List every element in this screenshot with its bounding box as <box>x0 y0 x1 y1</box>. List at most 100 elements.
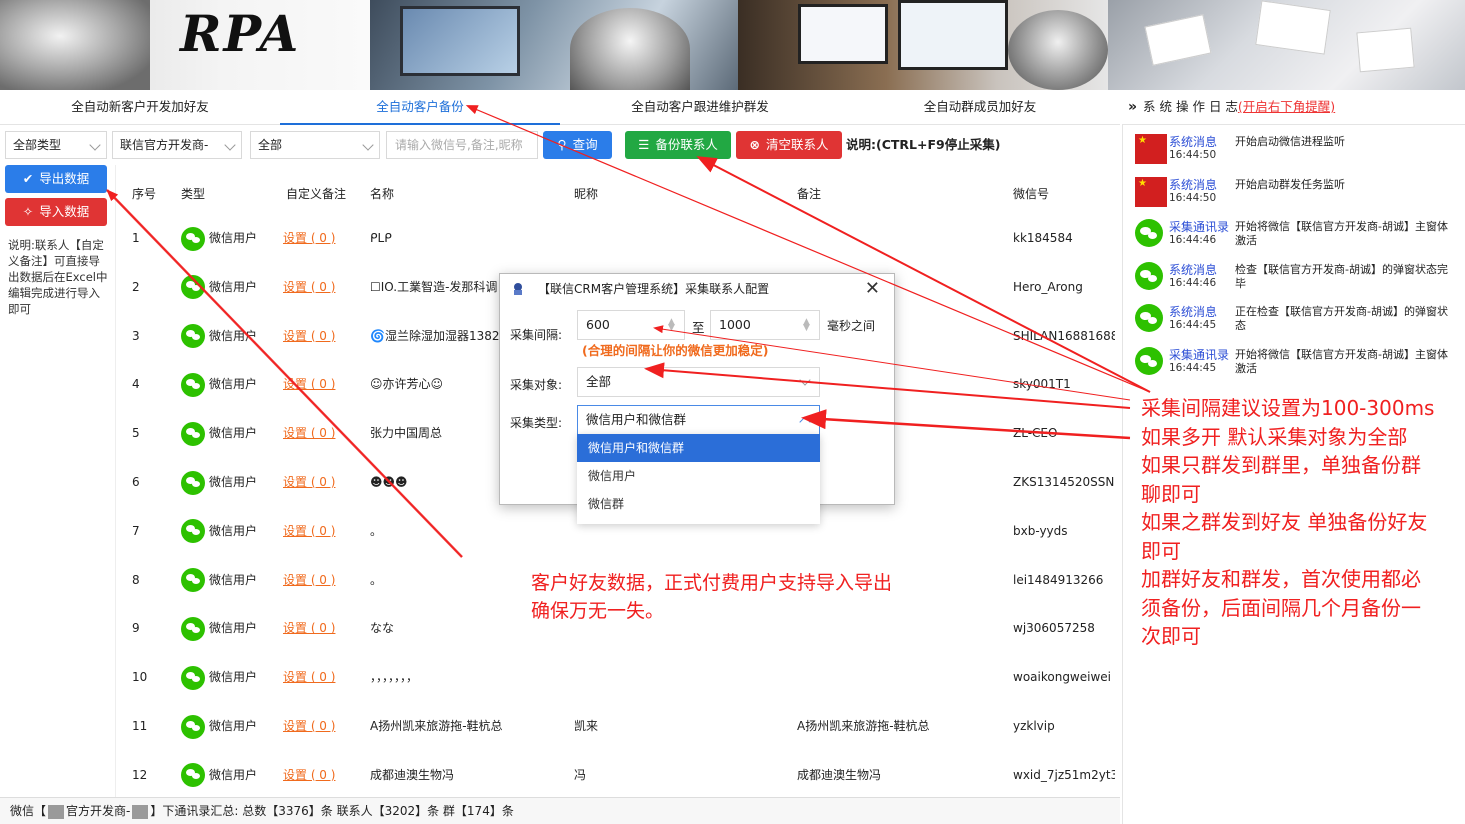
cell-wxid: wxid_7jz51m2yt3 <box>1013 751 1115 797</box>
cell-custom-remark[interactable]: 设置 ( 0 ) <box>283 458 363 506</box>
wechat-icon <box>181 665 205 690</box>
target-select[interactable]: 全部 <box>577 367 820 397</box>
cell-name-text: ，，，，，，， <box>370 670 419 685</box>
type-select[interactable]: 全部类型 <box>5 131 107 159</box>
wechat-icon <box>181 421 205 446</box>
spinner-icon[interactable]: ▲ ▼ <box>803 318 813 333</box>
kind-option[interactable]: 微信用户 <box>577 462 820 490</box>
backup-contacts-button[interactable]: ☰ 备份联系人 <box>625 131 731 159</box>
cell-custom-remark[interactable]: 设置 ( 0 ) <box>283 409 363 457</box>
header-nick: 昵称 <box>574 187 599 201</box>
clear-label: 清空联系人 <box>765 137 829 152</box>
cell-no-text: 8 <box>132 572 140 587</box>
kind-option[interactable]: 微信群 <box>577 490 820 518</box>
log-msg: 开始将微信【联信官方开发商-胡诚】主窗体激活 <box>1235 348 1448 375</box>
chevron-down-icon <box>89 139 101 151</box>
status-summary: 】下通讯录汇总: 总数【3376】条 联系人【3202】条 群【174】条 <box>150 804 514 818</box>
tab-customer-followup[interactable]: 全自动客户跟进维护群发 <box>560 90 840 124</box>
cell-custom-remark-text[interactable]: 设置 ( 0 ) <box>283 768 335 782</box>
cell-custom-remark[interactable]: 设置 ( 0 ) <box>283 604 363 652</box>
cell-custom-remark-text[interactable]: 设置 ( 0 ) <box>283 280 335 294</box>
cell-custom-remark-text[interactable]: 设置 ( 0 ) <box>283 719 335 733</box>
query-button[interactable]: ⚲ 查询 <box>543 131 612 159</box>
tab-new-customer[interactable]: 全自动新客户开发加好友 <box>0 90 280 124</box>
cell-custom-remark[interactable]: 设置 ( 0 ) <box>283 653 363 701</box>
cell-name-text: ☻☻☻ <box>370 475 408 489</box>
header-type: 类型 <box>181 187 206 201</box>
scope-select[interactable]: 全部 <box>250 131 380 159</box>
table-row[interactable]: 10 微信用户 设置 ( 0 ) ，，，，，，， woaikongweiwei <box>116 653 1120 702</box>
clear-contacts-button[interactable]: ⊗ 清空联系人 <box>736 131 842 159</box>
dialog-title: 【联信CRM客户管理系统】采集联系人配置 <box>538 282 770 296</box>
table-row[interactable]: 11 微信用户 设置 ( 0 ) A扬州凯来旅游拖-鞋杭总 凯来 A扬州凯来旅游拖-鞋杭总… <box>116 702 1120 751</box>
cell-custom-remark[interactable]: 设置 ( 0 ) <box>283 360 363 408</box>
interval-hint: (合理的间隔让你的微信更加稳定) <box>582 343 769 358</box>
cell-no: 4 <box>132 360 172 408</box>
check-circle-icon: ✔ <box>22 171 34 186</box>
cell-custom-remark-text[interactable]: 设置 ( 0 ) <box>283 670 335 684</box>
import-data-button[interactable]: ✧ 导入数据 <box>5 198 107 226</box>
table-row[interactable]: 1 微信用户 设置 ( 0 ) ᑭᒪᑭ kk184584 <box>116 214 1120 263</box>
banner-image-rpa: RPA <box>0 0 370 90</box>
cell-no-text: 6 <box>132 475 140 489</box>
cell-wxid: yzklvip <box>1013 702 1115 750</box>
annotation-line: 聊即可 <box>1141 481 1201 506</box>
cell-wxid-text: SHILAN16881688 <box>1013 328 1115 343</box>
interval-to-input[interactable]: 1000 ▲ ▼ <box>710 310 820 340</box>
cell-type: 微信用户 <box>181 653 281 701</box>
double-chevron-icon[interactable]: » <box>1128 99 1137 115</box>
cell-custom-remark[interactable]: 设置 ( 0 ) <box>283 263 363 311</box>
account-select[interactable]: 联信官方开发商- <box>112 131 242 159</box>
cell-custom-remark-text[interactable]: 设置 ( 0 ) <box>283 426 335 440</box>
cell-name-text: 张力中国周总 <box>370 426 443 441</box>
search-input[interactable]: 请输入微信号,备注,昵称 <box>386 131 538 159</box>
cell-custom-remark[interactable]: 设置 ( 0 ) <box>283 214 363 262</box>
cell-custom-remark-text[interactable]: 设置 ( 0 ) <box>283 573 335 587</box>
import-label: 导入数据 <box>39 204 90 219</box>
log-item: 采集通讯录 16:44:45 开始将微信【联信官方开发商-胡诚】主窗体激活 <box>1133 344 1463 384</box>
cell-custom-remark-text[interactable]: 设置 ( 0 ) <box>283 475 335 489</box>
export-data-button[interactable]: ✔ 导出数据 <box>5 165 107 193</box>
type-select-value: 全部类型 <box>13 138 62 152</box>
wechat-icon <box>181 226 205 251</box>
cell-custom-remark-text[interactable]: 设置 ( 0 ) <box>283 377 335 391</box>
cell-no-text: 4 <box>132 377 140 392</box>
cell-type-text: 微信用户 <box>209 719 258 733</box>
log-type: 系统消息 <box>1169 177 1218 192</box>
annotation-line: 次即可 <box>1141 624 1201 648</box>
cell-wxid: Hero_Arong <box>1013 263 1115 311</box>
tab-customer-backup[interactable]: 全自动客户备份 <box>280 90 560 125</box>
cell-custom-remark[interactable]: 设置 ( 0 ) <box>283 507 363 555</box>
header-name: 名称 <box>370 187 395 201</box>
close-icon[interactable]: ✕ <box>865 278 880 300</box>
cell-type: 微信用户 <box>181 360 281 408</box>
kind-option[interactable]: 微信用户和微信群 <box>577 434 820 462</box>
target-label: 采集对象: <box>510 378 563 392</box>
cell-custom-remark[interactable]: 设置 ( 0 ) <box>283 556 363 604</box>
cell-custom-remark-text[interactable]: 设置 ( 0 ) <box>283 329 335 343</box>
cell-wxid-text: wj306057258 <box>1013 621 1095 636</box>
cell-custom-remark[interactable]: 设置 ( 0 ) <box>283 312 363 360</box>
cell-memo-text: A扬州凯来旅游拖-鞋杭总 <box>797 719 930 733</box>
status-prefix: 微信【 <box>10 804 47 818</box>
header-no: 序号 <box>132 187 157 201</box>
cell-name-text: 成都迪澳生物冯 <box>370 767 455 782</box>
log-item: 系统消息16:44:50 开始启动群发任务监听 <box>1133 174 1463 214</box>
cell-custom-remark-text[interactable]: 设置 ( 0 ) <box>283 621 335 635</box>
spinner-icon[interactable]: ▲ ▼ <box>668 318 678 333</box>
enable-reminder-link[interactable]: (开启右下角提醒) <box>1238 99 1335 114</box>
table-row[interactable]: 12 微信用户 设置 ( 0 ) 成都迪澳生物冯 冯 成都迪澳生物冯 wxid_7jz51m… <box>116 751 1120 797</box>
cell-custom-remark-text[interactable]: 设置 ( 0 ) <box>283 524 335 538</box>
kind-select[interactable]: 微信用户和微信群 <box>577 405 820 435</box>
header-custom-remark: 自定义备注 <box>286 187 347 201</box>
tab-group-members[interactable]: 全自动群成员加好友 <box>840 90 1120 124</box>
monitor-image <box>798 4 888 64</box>
cell-custom-remark[interactable]: 设置 ( 0 ) <box>283 751 363 797</box>
cell-type-text: 微信用户 <box>209 475 258 489</box>
cell-custom-remark[interactable]: 设置 ( 0 ) <box>283 702 363 750</box>
annotation-line: 加群好友和群发，首次使用都必 <box>1141 567 1421 591</box>
interval-from-input[interactable]: 600 ▲ ▼ <box>577 310 685 340</box>
cell-nick-text: 凯来 <box>574 719 599 733</box>
cell-custom-remark-text[interactable]: 设置 ( 0 ) <box>283 231 335 245</box>
collect-config-dialog: 【联信CRM客户管理系统】采集联系人配置 ✕ 采集间隔: 600 ▲ ▼ 至 10… <box>499 273 895 524</box>
